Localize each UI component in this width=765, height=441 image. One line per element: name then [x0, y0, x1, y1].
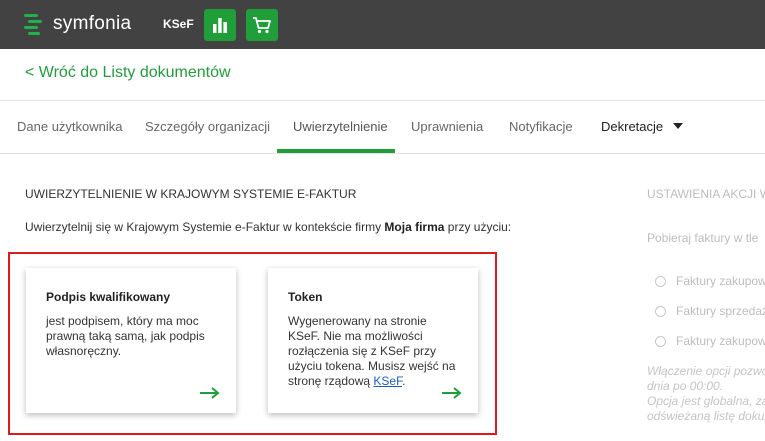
auth-section-description: Uwierzytelnij się w Krajowym Systemie e-…: [25, 220, 512, 234]
settings-note: Włączenie opcji pozwo dnia po 00:00. Opc…: [647, 364, 765, 423]
radio-option[interactable]: Faktury sprzedaż: [655, 304, 765, 318]
divider: [0, 153, 765, 154]
tab-decrees[interactable]: Dekretacje: [601, 119, 684, 134]
arrow-right-icon: [442, 387, 462, 399]
radio-label: Faktury zakupow: [676, 274, 765, 288]
tab-permissions[interactable]: Uprawnienia: [411, 119, 483, 134]
chevron-down-icon: [673, 123, 684, 129]
qualified-signature-card[interactable]: Podpis kwalifikowany jest podpisem, któr…: [26, 268, 236, 413]
arrow-right-icon: [200, 387, 220, 399]
symfonia-logo[interactable]: symfonia: [24, 13, 131, 35]
background-download-label: Pobieraj faktury w tle: [647, 231, 759, 245]
top-bar: symfonia KSeF: [0, 0, 765, 49]
symfonia-logo-icon: [24, 13, 44, 35]
tab-authentication[interactable]: Uwierzytelnienie: [293, 119, 388, 134]
purchase-button[interactable]: [246, 9, 278, 41]
tab-decrees-label: Dekretacje: [601, 119, 664, 134]
tab-notifications[interactable]: Notyfikacje: [509, 119, 573, 134]
token-card[interactable]: Token Wygenerowany na stronie KSeF. Nie …: [268, 268, 478, 413]
back-to-documents-link[interactable]: < Wróć do Listy dokumentów: [25, 64, 231, 82]
radio-button[interactable]: [655, 275, 666, 287]
shopping-cart-icon: [253, 17, 271, 34]
card-body: Wygenerowany na stronie KSeF. Nie ma moż…: [288, 314, 456, 388]
card-title: Podpis kwalifikowany: [46, 290, 171, 304]
card-title: Token: [288, 290, 323, 304]
tab-user-data[interactable]: Dane użytkownika: [17, 119, 123, 134]
radio-option[interactable]: Faktury zakupow: [655, 274, 765, 288]
company-name: Moja firma: [384, 220, 445, 234]
radio-button[interactable]: [655, 335, 666, 347]
bar-chart-icon: [213, 18, 227, 33]
radio-label: Faktury zakupow: [676, 334, 765, 348]
card-body: jest podpisem, który ma moc prawną taką …: [46, 314, 205, 358]
ksef-link[interactable]: KSeF: [373, 374, 402, 388]
divider: [0, 100, 765, 101]
logo-text: symfonia: [53, 13, 132, 34]
reports-button[interactable]: [204, 9, 236, 41]
radio-option[interactable]: Faktury zakupow: [655, 334, 765, 348]
auth-section-title: UWIERZYTELNIENIE W KRAJOWYM SYSTEMIE E-F…: [25, 187, 357, 201]
tab-organization-details[interactable]: Szczegóły organizacji: [145, 119, 270, 134]
ksef-label: KSeF: [163, 17, 194, 31]
radio-label: Faktury sprzedaż: [676, 304, 765, 318]
radio-button[interactable]: [655, 305, 666, 317]
actions-settings-title: USTAWIENIA AKCJI W: [647, 187, 765, 201]
